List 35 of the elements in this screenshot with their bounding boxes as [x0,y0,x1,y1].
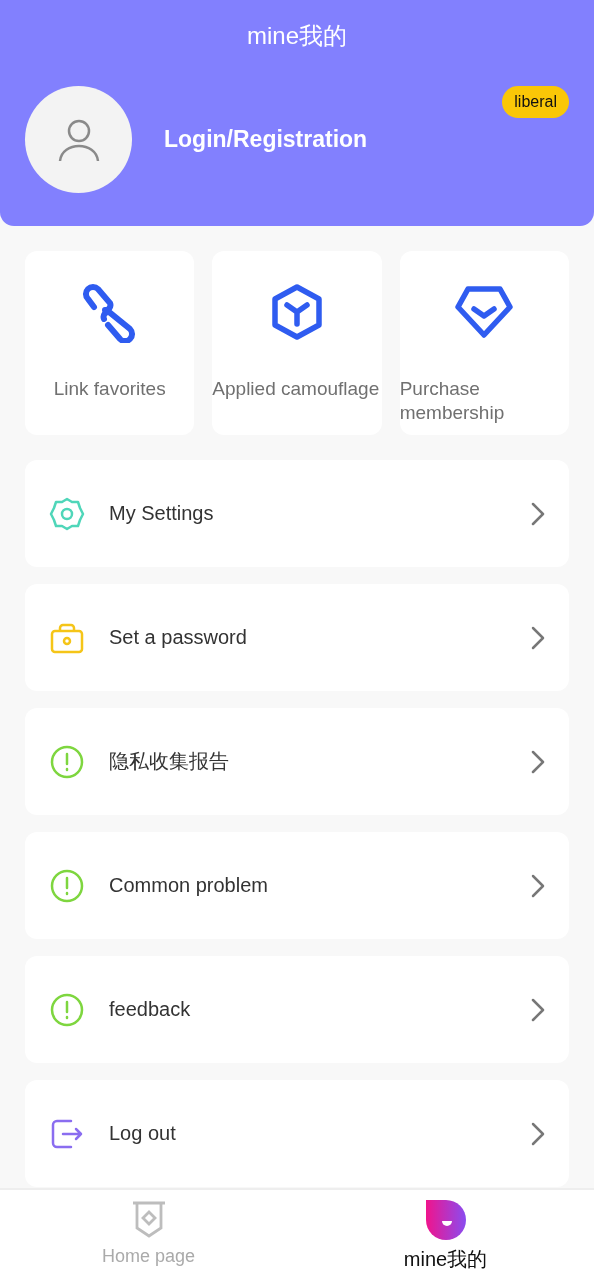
tile-label: Purchase membership [399,377,506,425]
tile-label: Link favorites [52,377,167,401]
menu-label: feedback [109,998,192,1021]
menu-item[interactable]: Log out [25,1080,569,1187]
menu-label: Log out [109,1122,177,1145]
membership-badge: liberal [502,86,569,118]
chevron-right-icon [531,625,545,650]
page-title: mine我的 [246,21,348,51]
chevron-right-icon [531,501,545,526]
tile-label: Applied camouflage [212,377,381,401]
smile-logo-icon [425,1200,466,1240]
menu-label: Common problem [109,874,269,897]
menu-label: 隐私收集报告 [109,749,230,774]
menu-label: My Settings [109,502,215,525]
chevron-right-icon [531,749,545,774]
menu-item[interactable]: My Settings [25,460,569,567]
feature-tile[interactable]: Link favorites [25,251,195,435]
menu-item[interactable]: 隐私收集报告 [25,708,569,815]
link-icon [81,281,138,343]
chevron-right-icon [531,1121,545,1146]
menu-label: Set a password [109,626,248,649]
menu-item[interactable]: feedback [25,956,569,1063]
user-icon [56,117,101,162]
menu-item[interactable]: Common problem [25,832,569,939]
feature-tile[interactable]: Applied camouflage [212,251,382,435]
gear-icon [49,495,85,532]
nav-tab[interactable]: mine我的 [297,1190,594,1280]
hexagon-icon [269,281,325,343]
menu-item[interactable]: Set a password [25,584,569,691]
alert-icon [49,991,85,1028]
alert-icon [49,867,85,904]
alert-icon [49,743,85,780]
chevron-right-icon [531,873,545,898]
feature-tile[interactable]: Purchase membership [399,251,569,435]
chevron-right-icon [531,997,545,1022]
